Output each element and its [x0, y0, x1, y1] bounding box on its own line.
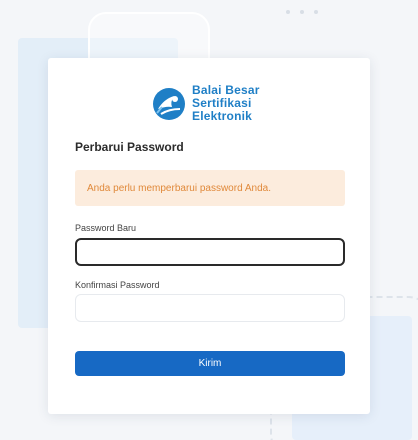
brand-logo: Balai Besar Sertifikasi Elektronik [152, 84, 260, 123]
password-update-card: Balai Besar Sertifikasi Elektronik Perba… [48, 58, 370, 414]
confirm-password-label: Konfirmasi Password [75, 280, 160, 290]
bbse-logo-icon [153, 87, 185, 120]
new-password-label: Password Baru [75, 223, 137, 233]
background-dot [314, 10, 318, 14]
brand-name-line: Elektronik [192, 109, 253, 123]
background-dot [286, 10, 290, 14]
page-title: Perbarui Password [75, 140, 184, 154]
alert-message: Anda perlu memperbarui password Anda. [87, 182, 271, 194]
background-dot [300, 10, 304, 14]
password-expired-alert: Anda perlu memperbarui password Anda. [75, 170, 345, 206]
confirm-password-field[interactable] [75, 294, 345, 322]
new-password-field[interactable] [75, 238, 345, 266]
brand-name: Balai Besar Sertifikasi Elektronik [192, 84, 260, 123]
submit-button[interactable]: Kirim [75, 351, 345, 376]
